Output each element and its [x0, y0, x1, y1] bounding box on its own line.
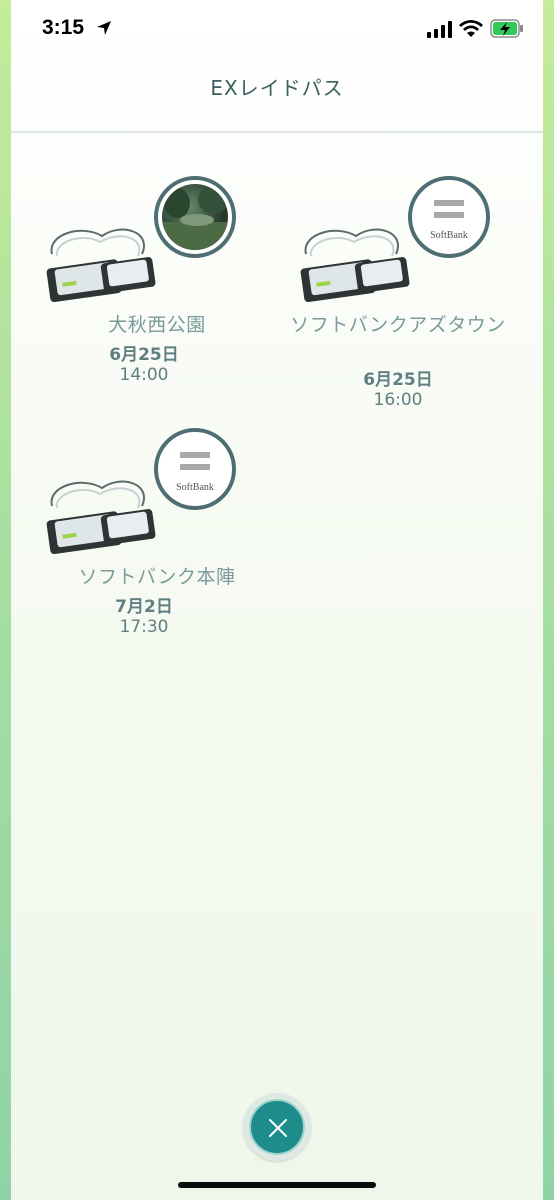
gym-photo-icon	[162, 184, 228, 250]
gym-badge: SoftBank	[154, 428, 236, 510]
pass-date: 7月2日	[115, 597, 173, 617]
pass-time: 16:00	[373, 390, 423, 410]
softbank-logo-text: SoftBank	[176, 482, 214, 493]
pass-date: 6月25日	[363, 370, 433, 390]
home-indicator	[178, 1182, 376, 1188]
close-button[interactable]	[243, 1093, 311, 1161]
status-time: 3:15	[42, 16, 85, 39]
header-divider	[11, 131, 543, 133]
gym-badge	[154, 176, 236, 258]
pass-time: 17:30	[119, 617, 169, 637]
close-button-inner	[249, 1099, 305, 1155]
raid-pass-ticket-icon	[46, 480, 156, 555]
battery-charging-icon	[490, 19, 523, 38]
page-title: EXレイドパス	[210, 76, 344, 100]
raid-pass-card[interactable]: SoftBank ソフトバンク本陣 7月2日 17:30	[42, 428, 272, 648]
pass-location-name: ソフトバンクアズタウン	[290, 314, 506, 336]
softbank-logo-icon: SoftBank	[412, 180, 486, 254]
status-bar: 3:15	[0, 0, 554, 62]
raid-pass-ticket-icon	[300, 228, 410, 303]
close-icon	[269, 1119, 287, 1137]
signal-icon	[427, 21, 452, 38]
softbank-logo-icon: SoftBank	[158, 432, 232, 506]
softbank-logo-text: SoftBank	[430, 230, 468, 241]
pass-location-name: ソフトバンク本陣	[78, 566, 236, 588]
wifi-icon	[459, 20, 483, 37]
pass-time: 14:00	[119, 365, 169, 385]
raid-pass-ticket-icon	[46, 228, 156, 303]
pass-date: 6月25日	[109, 345, 179, 365]
gym-badge: SoftBank	[408, 176, 490, 258]
raid-pass-card[interactable]: 大秋西公園 6月25日 14:00	[42, 176, 272, 396]
pass-location-name: 大秋西公園	[108, 314, 206, 336]
raid-pass-card[interactable]: SoftBank ソフトバンクアズタウン 6月25日 16:00	[290, 176, 526, 416]
location-arrow-icon	[97, 21, 111, 35]
